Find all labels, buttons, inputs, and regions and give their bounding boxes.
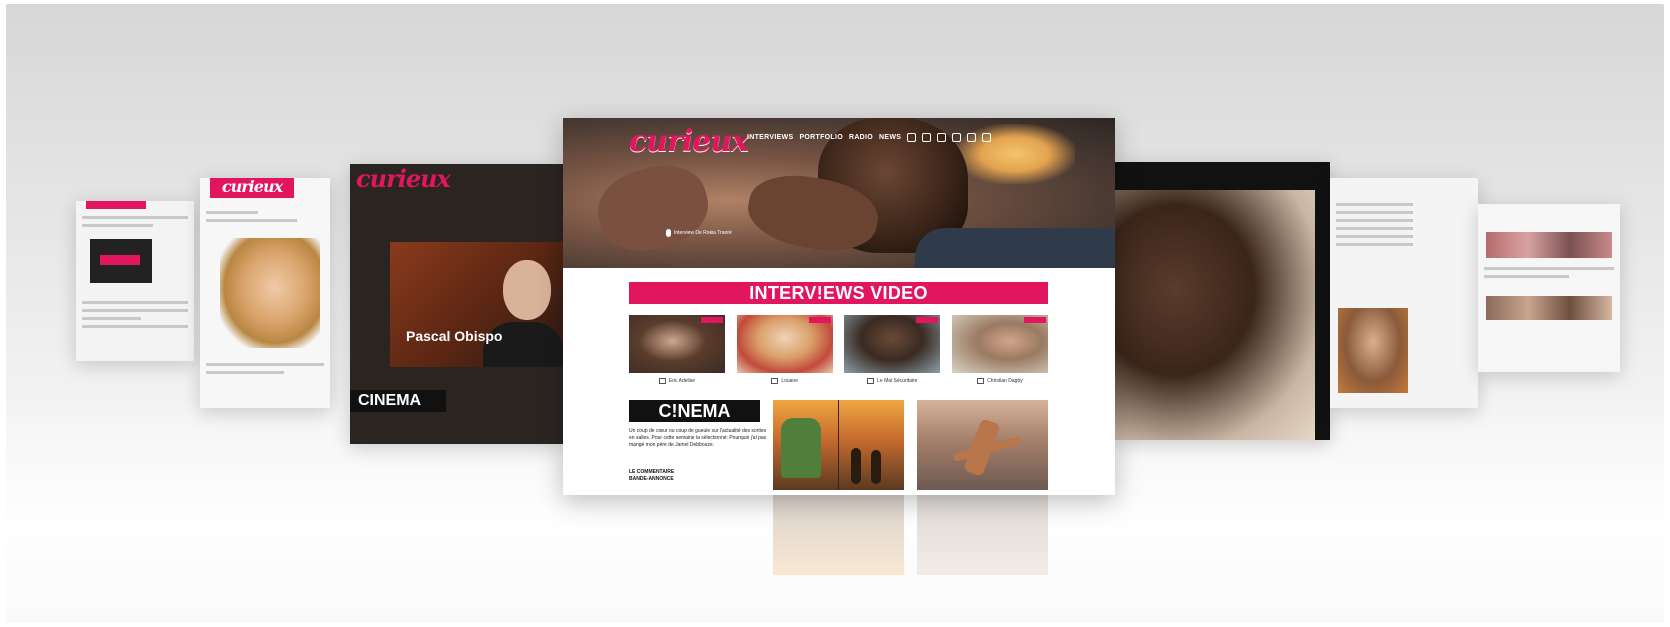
rss-icon[interactable] [982, 133, 992, 142]
thumbnail-label: Louane [737, 378, 833, 384]
reflection-poster [773, 495, 904, 575]
poster-figure [781, 418, 821, 478]
body-lines [200, 358, 330, 379]
video-icon [658, 378, 666, 384]
main-preview-reflection [563, 495, 1115, 605]
image-strip [1486, 232, 1612, 258]
nav-item-radio[interactable]: RADIO [849, 134, 873, 141]
nav-item-interviews[interactable]: INTERVIEWS [747, 134, 793, 141]
text-lines [1478, 262, 1620, 283]
video-icon [977, 378, 985, 384]
preview-card-far-left [76, 201, 194, 361]
text-lines [200, 206, 330, 227]
poster-figure [851, 448, 861, 484]
preview-card-far-right [1478, 204, 1620, 372]
preview-card-mid-right [1330, 178, 1478, 408]
body-lines [76, 296, 194, 333]
poster-figure [871, 450, 881, 484]
thumbnail-tag [808, 317, 831, 323]
cinema-heading: C!NEMA [629, 400, 760, 422]
thumbnail-label: Le Mal Sécuritaire [844, 378, 940, 384]
video-icon [771, 378, 779, 384]
preview-card-right-video [1115, 162, 1330, 440]
interview-thumbnail[interactable]: Louane [736, 315, 833, 384]
hand-image [589, 155, 717, 261]
thumbnail-tag [916, 317, 939, 323]
hero-caption: Interview De Rokia Traoré [666, 229, 732, 237]
showcase-backdrop: curieux curieux Pascal Obispo CINEMA cur… [6, 4, 1664, 623]
interviews-heading: INTERV!EWS VIDEO [629, 282, 1048, 304]
main-nav: INTERVIEWS PORTFOLIO RADIO NEWS [747, 133, 992, 142]
person-image [503, 260, 551, 320]
brand-bar [86, 201, 146, 209]
thumbnail-image [951, 315, 1048, 373]
portrait-image [1338, 308, 1408, 393]
cinema-heading: CINEMA [350, 390, 446, 412]
preview-card-video: curieux Pascal Obispo CINEMA [350, 164, 563, 444]
text-lines [1330, 198, 1419, 251]
shirt-image [915, 228, 1115, 268]
vimeo-icon[interactable] [937, 133, 947, 142]
interview-thumbnails: Eric Adelise Louane Le Mal Sécuritaire C… [629, 315, 1048, 384]
text-lines [76, 211, 194, 232]
thumbnail-image [844, 315, 941, 373]
hero-caption-text: Interview De Rokia Traoré [674, 230, 732, 236]
video-player[interactable]: Pascal Obispo [390, 242, 563, 367]
thumbnail-image [736, 315, 833, 373]
thumbnail-image [629, 315, 725, 373]
movie-poster[interactable] [773, 400, 904, 490]
cinema-links: LE COMMENTAIRE BANDE-ANNONCE [629, 469, 674, 483]
facebook-icon[interactable] [907, 133, 917, 142]
nav-item-portfolio[interactable]: PORTFOLIO [799, 134, 843, 141]
thumbnail-tag [1023, 317, 1046, 323]
brand-logo[interactable]: curieux [629, 124, 749, 159]
hero-banner: curieux INTERVIEWS PORTFOLIO RADIO NEWS … [563, 118, 1115, 268]
video-title: Pascal Obispo [406, 328, 503, 344]
brand-logo: curieux [356, 164, 451, 193]
interview-thumbnail[interactable]: Eric Adelise [629, 315, 725, 384]
cinema-description: Un coup de cœur ou coup de gueule sur l'… [629, 428, 767, 448]
preview-card-mid-left: curieux [200, 178, 330, 408]
twitter-icon[interactable] [922, 133, 932, 142]
youtube-icon[interactable] [967, 133, 977, 142]
interview-thumbnail[interactable]: Le Mal Sécuritaire [844, 315, 941, 384]
reflection-poster [917, 495, 1048, 575]
thumbnail-label: Eric Adelise [629, 378, 725, 384]
movie-poster[interactable] [917, 400, 1048, 490]
video-thumbnail [90, 239, 152, 283]
poster-divider [838, 400, 839, 490]
nav-item-news[interactable]: NEWS [879, 134, 901, 141]
microphone-icon [666, 229, 671, 237]
portrait-image [220, 238, 320, 348]
brand-logo: curieux [210, 178, 294, 198]
comment-link[interactable]: LE COMMENTAIRE [629, 469, 674, 476]
thumbnail-tag [701, 317, 723, 323]
main-website-preview: curieux INTERVIEWS PORTFOLIO RADIO NEWS … [563, 118, 1115, 495]
trailer-link[interactable]: BANDE-ANNONCE [629, 476, 674, 483]
person-image [1115, 190, 1315, 440]
video-label [100, 255, 140, 265]
interview-thumbnail[interactable]: Christian Dagby [951, 315, 1048, 384]
google-icon[interactable] [952, 133, 962, 142]
image-strip [1486, 296, 1612, 320]
thumbnail-label: Christian Dagby [952, 378, 1048, 384]
video-icon [867, 378, 875, 384]
